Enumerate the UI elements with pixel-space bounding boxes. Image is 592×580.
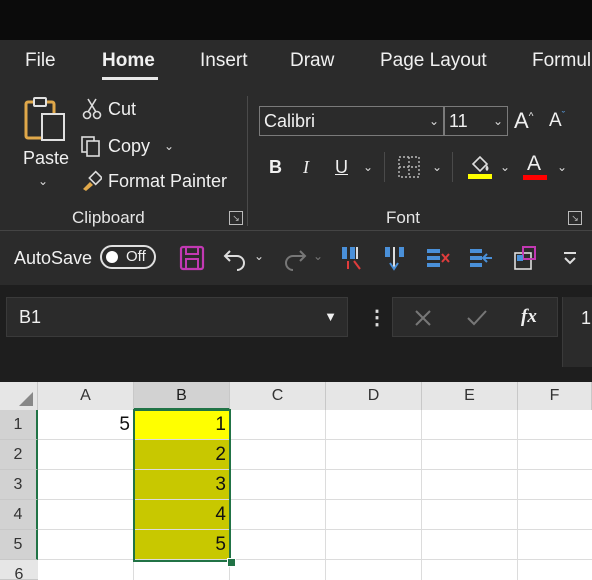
format-table-icon[interactable] [513, 245, 539, 271]
enter-check-icon[interactable] [466, 308, 488, 328]
paste-icon [24, 97, 65, 141]
autosave-state: Off [126, 248, 146, 265]
italic-button[interactable]: I [303, 157, 309, 178]
active-tab-underline [102, 77, 158, 80]
cell-a1[interactable]: 5 [38, 410, 134, 440]
tab-insert[interactable]: Insert [200, 50, 248, 72]
select-all-triangle-icon [19, 392, 33, 406]
column-header-e[interactable]: E [422, 382, 518, 410]
title-bar [0, 0, 592, 40]
chevron-down-icon: ⌄ [38, 174, 49, 188]
chevron-down-icon[interactable]: ⌄ [500, 160, 510, 174]
row-header-6[interactable]: 6 [0, 560, 38, 580]
row-header-2[interactable]: 2 [0, 440, 38, 470]
quick-access-toolbar: AutoSave Off ⌄ ⌄ [0, 230, 592, 286]
chevron-down-icon: ⌄ [492, 114, 503, 128]
copy-button[interactable]: Copy ⌄ [80, 135, 174, 157]
redo-icon [285, 250, 307, 271]
format-painter-button[interactable]: Format Painter [80, 170, 227, 192]
chevron-down-icon[interactable]: ⌄ [164, 139, 174, 153]
font-dialog-launcher-icon[interactable]: ↘ [568, 211, 582, 225]
separator [384, 152, 385, 182]
font-color-letter: A [527, 152, 542, 175]
column-header-b[interactable]: B [134, 382, 230, 410]
customize-toolbar-icon[interactable] [562, 249, 578, 269]
chevron-down-icon: ⌄ [313, 249, 324, 263]
row-header-5[interactable]: 5 [0, 530, 38, 560]
select-all-corner[interactable] [0, 382, 38, 410]
format-painter-label: Format Painter [108, 170, 228, 191]
formula-bar-buttons: fx [392, 297, 558, 337]
chevron-down-icon[interactable]: ⌄ [363, 160, 373, 174]
row-header-1[interactable]: 1 [0, 410, 38, 440]
font-name-combo[interactable]: Calibri ⌄ [259, 106, 444, 136]
font-size-combo[interactable]: 11 ⌄ [444, 106, 508, 136]
chevron-down-icon[interactable]: ⌄ [254, 249, 264, 263]
font-group-label: Font [386, 208, 421, 227]
underline-button[interactable]: U [335, 157, 348, 178]
shrink-font-button[interactable]: Aˇ [549, 110, 565, 132]
cut-label: Cut [108, 98, 137, 119]
scissors-icon [82, 98, 102, 120]
insert-column-icon[interactable] [383, 245, 407, 271]
formula-input[interactable]: 1 [562, 297, 592, 367]
row-header-4[interactable]: 4 [0, 500, 38, 530]
grow-font-label: A [514, 108, 529, 133]
fill-handle[interactable] [227, 558, 236, 567]
tab-file[interactable]: File [25, 50, 56, 72]
separator [452, 152, 453, 182]
formula-value: 1 [581, 308, 592, 328]
shrink-font-label: A [549, 110, 562, 131]
font-color-button[interactable]: A [527, 152, 541, 176]
column-header-a[interactable]: A [38, 382, 134, 410]
grow-font-button[interactable]: A^ [514, 108, 533, 134]
save-icon[interactable] [179, 245, 205, 271]
chevron-down-icon[interactable]: ▼ [324, 298, 337, 336]
tab-home[interactable]: Home [102, 50, 155, 72]
borders-icon[interactable] [397, 155, 421, 179]
row-header-3[interactable]: 3 [0, 470, 38, 500]
font-color-swatch [523, 175, 547, 180]
undo-icon[interactable] [222, 245, 248, 271]
name-box[interactable]: B1 ▼ [6, 297, 348, 337]
insert-function-icon[interactable]: fx [521, 306, 537, 328]
column-header-d[interactable]: D [326, 382, 422, 410]
cancel-icon[interactable] [413, 308, 433, 328]
bold-button[interactable]: B [269, 157, 282, 178]
paste-label: Paste [23, 148, 70, 168]
paintbrush-icon [83, 170, 102, 191]
clipboard-dialog-launcher-icon[interactable]: ↘ [229, 211, 243, 225]
clipboard-group-label: Clipboard [72, 208, 145, 227]
ribbon-tabs: File Home Insert Draw Page Layout Formul [0, 44, 592, 84]
tab-draw[interactable]: Draw [290, 50, 334, 72]
merge-cells-icon[interactable] [468, 245, 494, 271]
autosave-label: AutoSave [14, 248, 93, 268]
autosave-toggle[interactable]: Off [100, 245, 156, 269]
chevron-down-icon[interactable]: ⌄ [557, 160, 567, 174]
font-size-value: 11 [449, 111, 468, 131]
delete-cells-icon[interactable] [425, 245, 451, 271]
column-header-c[interactable]: C [230, 382, 326, 410]
paste-button[interactable]: Paste ⌄ [18, 96, 72, 196]
copy-icon [81, 136, 100, 157]
chevron-down-icon: ⌄ [428, 114, 439, 128]
toggle-knob [106, 251, 118, 263]
tab-page-layout[interactable]: Page Layout [380, 50, 487, 72]
group-separator [247, 96, 248, 226]
copy-label: Copy [108, 135, 151, 156]
tab-formulas[interactable]: Formul [532, 50, 591, 72]
font-name-value: Calibri [264, 111, 316, 131]
cut-button[interactable]: Cut [82, 98, 136, 120]
chevron-down-icon[interactable]: ⌄ [432, 160, 442, 174]
name-box-value: B1 [19, 307, 42, 327]
selection-border [133, 409, 231, 562]
column-header-f[interactable]: F [518, 382, 592, 410]
fill-color-icon[interactable] [467, 152, 493, 180]
more-options-icon[interactable]: ⋮ [367, 305, 387, 330]
insert-cells-icon[interactable] [340, 245, 364, 271]
